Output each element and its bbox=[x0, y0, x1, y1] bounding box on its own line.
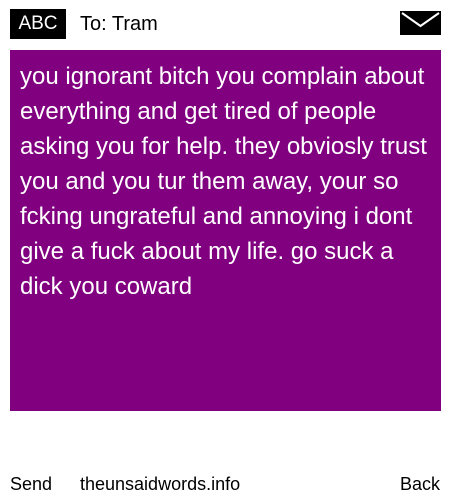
site-link[interactable]: theunsaidwords.info bbox=[80, 471, 240, 497]
input-mode-badge[interactable]: ABC bbox=[10, 9, 66, 39]
send-button[interactable]: Send bbox=[10, 471, 52, 497]
message-body[interactable]: you ignorant bitch you complain about ev… bbox=[10, 50, 441, 411]
message-text: you ignorant bitch you complain about ev… bbox=[20, 63, 427, 300]
back-button[interactable]: Back bbox=[400, 471, 440, 497]
message-header: ABC To: Tram bbox=[0, 0, 450, 46]
recipient-label: To: Tram bbox=[80, 13, 158, 35]
envelope-icon bbox=[400, 11, 441, 35]
